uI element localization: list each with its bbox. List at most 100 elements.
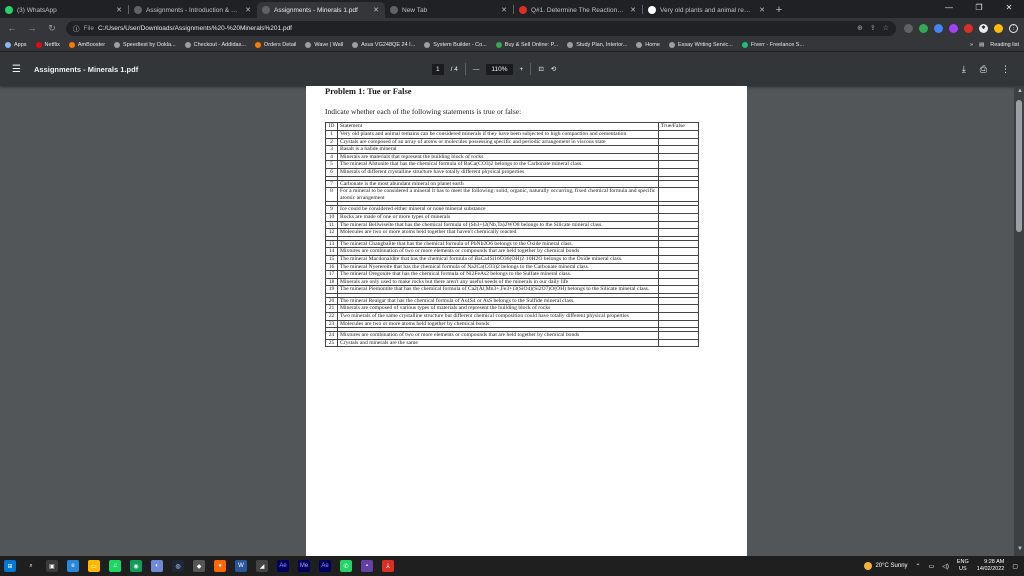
page-number-input[interactable]: 1 bbox=[432, 63, 444, 75]
row-answer-cell[interactable] bbox=[658, 247, 699, 256]
explorer-icon[interactable]: ▭ bbox=[88, 560, 100, 572]
back-icon[interactable]: ← bbox=[6, 23, 18, 33]
browser-tab[interactable]: Q#1. Determine The Reactions C... ✕ bbox=[514, 2, 642, 18]
weather-widget[interactable]: 20°C Sunny bbox=[864, 562, 908, 570]
bookmark-item[interactable]: Netflix bbox=[35, 41, 60, 48]
media-encoder-icon[interactable]: Me bbox=[298, 560, 310, 572]
extension-icon[interactable] bbox=[964, 23, 973, 33]
chrome-icon[interactable]: ◉ bbox=[130, 560, 142, 572]
more-bookmarks-button[interactable]: » bbox=[970, 42, 973, 48]
fit-page-icon[interactable]: ⊡ bbox=[538, 65, 543, 73]
bookmark-item[interactable]: Asus VG248QE 24 I... bbox=[352, 41, 415, 48]
row-answer-cell[interactable] bbox=[658, 304, 699, 314]
bookmark-item[interactable]: Checkout - Addidas... bbox=[184, 41, 246, 48]
row-answer-cell[interactable] bbox=[658, 262, 699, 272]
tab-close-icon[interactable]: ✕ bbox=[629, 6, 637, 14]
discord-icon[interactable]: ◐ bbox=[151, 560, 163, 572]
tray-chevron-icon[interactable]: ⌃ bbox=[916, 563, 921, 570]
tab-close-icon[interactable]: ✕ bbox=[244, 6, 252, 14]
bookmark-item[interactable]: Fiverr - Freelance S... bbox=[741, 41, 804, 48]
browser-tab[interactable]: Very old plants and animal rema... ✕ bbox=[643, 2, 771, 18]
browser-tab[interactable]: Assignments - Introduction & Pr... ✕ bbox=[129, 2, 257, 18]
bookmark-item[interactable]: AmBooster bbox=[68, 41, 105, 48]
forward-icon[interactable]: → bbox=[26, 23, 38, 33]
task-view-icon[interactable]: ▣ bbox=[46, 560, 58, 572]
bookmark-item[interactable]: Apps bbox=[5, 41, 27, 48]
reading-list-button[interactable]: Reading list bbox=[990, 42, 1019, 48]
row-answer-cell[interactable] bbox=[658, 228, 699, 237]
tab-close-icon[interactable]: ✕ bbox=[372, 6, 380, 14]
bookmark-item[interactable]: Orders Detail bbox=[254, 41, 296, 48]
row-answer-cell[interactable] bbox=[658, 179, 699, 189]
extension-icon[interactable] bbox=[949, 23, 958, 33]
restore-icon[interactable]: ❐ bbox=[964, 0, 994, 18]
download-icon[interactable]: ⤓ bbox=[962, 64, 966, 75]
extension-icon[interactable] bbox=[934, 23, 943, 33]
language-indicator[interactable]: ENG US bbox=[957, 559, 969, 573]
row-answer-cell[interactable] bbox=[658, 130, 699, 139]
browser-tab[interactable]: New Tab ✕ bbox=[385, 2, 513, 18]
reading-list-icon[interactable]: ▤ bbox=[979, 42, 984, 48]
row-answer-cell[interactable] bbox=[658, 331, 699, 340]
row-answer-cell[interactable] bbox=[658, 338, 699, 348]
bookmark-item[interactable]: System Builder - Co... bbox=[424, 41, 487, 48]
row-answer-cell[interactable] bbox=[658, 160, 699, 169]
print-icon[interactable]: ⎙ bbox=[980, 64, 987, 75]
start-icon[interactable]: ⊞ bbox=[4, 560, 16, 572]
row-answer-cell[interactable] bbox=[658, 312, 699, 321]
steam-icon[interactable]: ◎ bbox=[172, 560, 184, 572]
row-answer-cell[interactable] bbox=[658, 152, 699, 162]
tab-close-icon[interactable]: ✕ bbox=[500, 6, 508, 14]
scroll-up-icon[interactable]: ▲ bbox=[1017, 88, 1023, 94]
app-icon[interactable]: ◢ bbox=[256, 560, 268, 572]
spotify-icon[interactable]: ♫ bbox=[109, 560, 121, 572]
bookmark-item[interactable]: Essay Writing Servic... bbox=[668, 41, 733, 48]
url-text[interactable]: C:/Users/User/Downloads/Assignments%20-%… bbox=[98, 25, 292, 32]
row-answer-cell[interactable] bbox=[658, 254, 699, 264]
edge-icon[interactable]: e bbox=[67, 560, 79, 572]
zoom-in-button[interactable]: + bbox=[520, 66, 524, 73]
new-tab-button[interactable]: + bbox=[771, 4, 787, 16]
after-effects-icon[interactable]: Ae bbox=[319, 560, 331, 572]
scroll-down-icon[interactable]: ▼ bbox=[1017, 546, 1023, 552]
row-answer-cell[interactable] bbox=[658, 270, 699, 279]
bookmark-item[interactable]: Study Plan, Interior... bbox=[567, 41, 627, 48]
notification-icon[interactable]: ▢ bbox=[1012, 563, 1018, 570]
reload-icon[interactable]: ↻ bbox=[46, 23, 58, 34]
browser-tab[interactable]: Assignments - Minerals 1.pdf ✕ bbox=[257, 2, 385, 18]
row-answer-cell[interactable] bbox=[658, 205, 699, 214]
browser-tab[interactable]: (3) WhatsApp ✕ bbox=[0, 2, 128, 18]
search-icon[interactable]: ⌕ bbox=[25, 560, 37, 572]
tab-close-icon[interactable]: ✕ bbox=[115, 6, 123, 14]
zoom-icon[interactable]: ⊕ bbox=[857, 24, 863, 32]
bookmark-item[interactable]: Buy & Sell Online: P... bbox=[495, 41, 558, 48]
clock[interactable]: 9:28 AM 14/02/2022 bbox=[977, 559, 1005, 573]
row-answer-cell[interactable] bbox=[658, 296, 699, 306]
extension-icon[interactable] bbox=[919, 23, 928, 33]
info-icon[interactable]: ⓘ bbox=[73, 23, 80, 33]
share-icon[interactable]: ⇪ bbox=[870, 24, 876, 32]
menu-dots-icon[interactable]: ⋮ bbox=[1009, 23, 1018, 33]
word-icon[interactable]: W bbox=[235, 560, 247, 572]
row-answer-cell[interactable] bbox=[658, 285, 699, 294]
scrollbar-thumb[interactable] bbox=[1016, 100, 1022, 232]
row-answer-cell[interactable] bbox=[658, 187, 699, 203]
address-bar[interactable]: ⓘ File C:/Users/User/Downloads/Assignmen… bbox=[66, 20, 896, 36]
app-icon[interactable]: ▪ bbox=[361, 560, 373, 572]
row-answer-cell[interactable] bbox=[658, 137, 699, 147]
hamburger-menu-icon[interactable]: ☰ bbox=[12, 64, 26, 75]
network-icon[interactable]: ▭ bbox=[929, 563, 935, 570]
app-icon[interactable]: ◆ bbox=[193, 560, 205, 572]
row-answer-cell[interactable] bbox=[658, 167, 699, 177]
row-answer-cell[interactable] bbox=[658, 220, 699, 230]
bookmark-item[interactable]: Speedtest by Ookla... bbox=[114, 41, 176, 48]
close-window-icon[interactable]: ✕ bbox=[994, 0, 1024, 18]
row-answer-cell[interactable] bbox=[658, 212, 699, 222]
zoom-input[interactable]: 110% bbox=[486, 63, 513, 75]
puzzle-icon[interactable]: ✱ bbox=[979, 23, 988, 33]
volume-icon[interactable]: ◁) bbox=[942, 563, 949, 570]
minimize-icon[interactable]: — bbox=[934, 0, 964, 18]
row-answer-cell[interactable] bbox=[658, 319, 699, 329]
row-answer-cell[interactable] bbox=[658, 145, 699, 154]
bookmark-item[interactable]: Home bbox=[636, 41, 660, 48]
